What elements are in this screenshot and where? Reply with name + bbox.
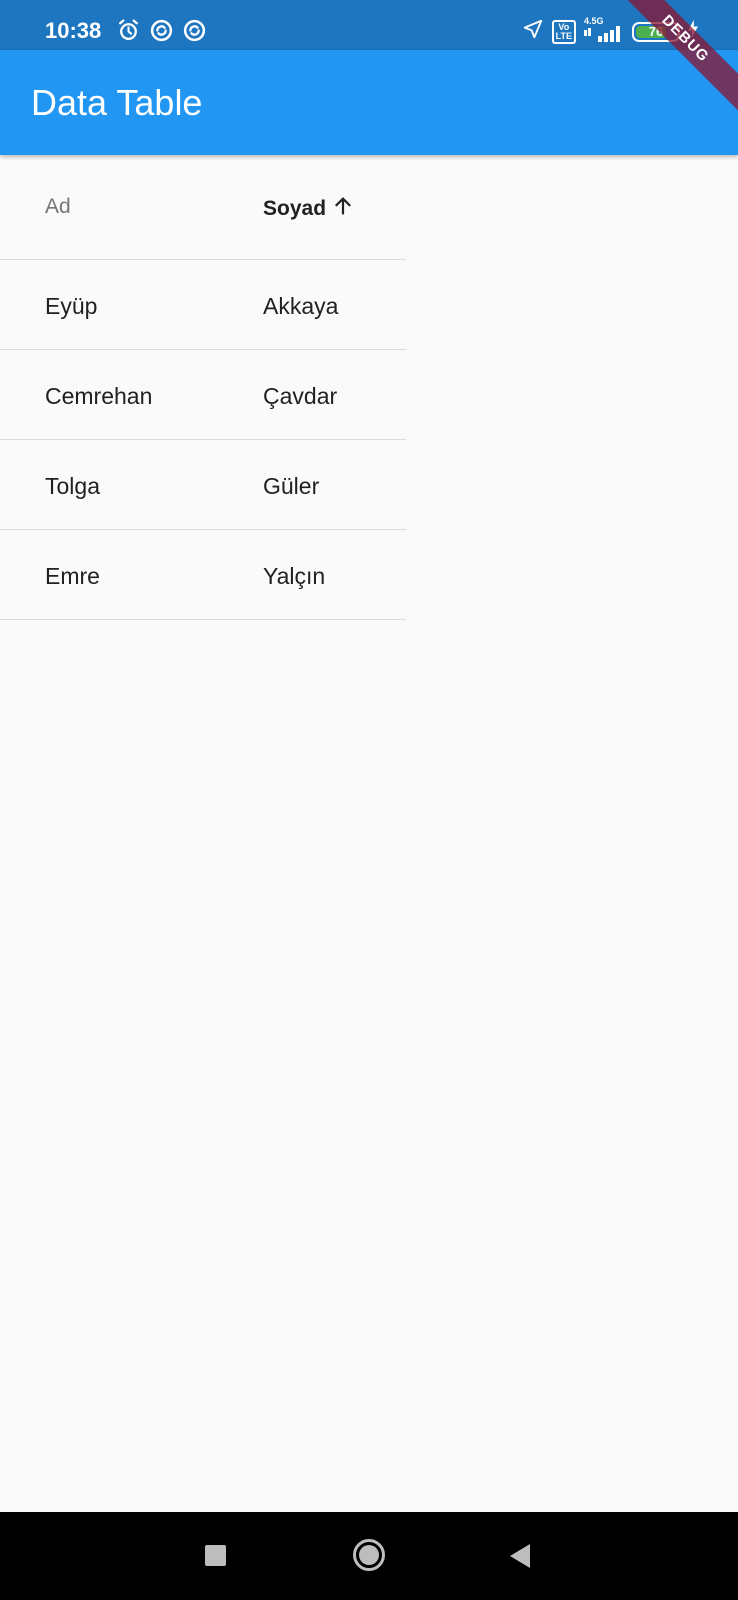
column-header-soyad-label: Soyad <box>263 197 327 220</box>
cell-ad: Emre <box>45 563 100 589</box>
table-row[interactable]: Emre Yalçın <box>0 530 406 620</box>
status-icons-left <box>116 18 207 48</box>
home-circle-icon[interactable] <box>352 1538 386 1572</box>
cell-ad: Cemrehan <box>45 383 153 409</box>
recents-square-icon[interactable] <box>205 1545 226 1566</box>
status-bar: 10:38 Vo LTE 4.5G 76 <box>0 0 738 50</box>
volte-bottom-label: LTE <box>555 30 572 41</box>
signal-icon <box>584 26 624 47</box>
cell-soyad: Yalçın <box>263 563 326 589</box>
table-row[interactable]: Cemrehan Çavdar <box>0 350 406 440</box>
battery-icon: 76 <box>632 21 680 42</box>
status-time: 10:38 <box>45 18 102 43</box>
table-row[interactable]: Tolga Güler <box>0 440 406 530</box>
page-title: Data Table <box>31 82 203 123</box>
network-indicator: 4.5G <box>584 16 624 47</box>
cell-soyad: Güler <box>263 473 320 499</box>
sync-icon <box>182 18 207 48</box>
cell-soyad: Çavdar <box>263 383 338 409</box>
data-table: Ad Soyad Eyüp Akkaya Cemrehan Çavdar Tol… <box>0 155 406 620</box>
back-triangle-icon[interactable] <box>508 1542 532 1570</box>
column-header-soyad[interactable]: Soyad <box>263 195 354 223</box>
navigation-bar <box>0 1512 738 1600</box>
network-label: 4.5G <box>584 16 604 26</box>
volte-icon: Vo LTE <box>551 19 576 44</box>
app-bar: Data Table <box>0 50 738 155</box>
charging-icon <box>688 19 698 44</box>
location-arrow-icon <box>522 18 544 45</box>
battery-level: 76 <box>648 24 664 39</box>
column-header-ad[interactable]: Ad <box>45 195 71 219</box>
sync-icon <box>149 18 174 48</box>
cell-ad: Eyüp <box>45 293 98 319</box>
cell-soyad: Akkaya <box>263 293 339 319</box>
screen: 10:38 Vo LTE 4.5G 76 Data Table DEBUG Ad… <box>0 0 738 1600</box>
table-row[interactable]: Eyüp Akkaya <box>0 260 406 350</box>
table-header: Ad Soyad <box>0 155 406 260</box>
arrow-up-icon <box>332 195 354 223</box>
alarm-icon <box>116 18 141 48</box>
status-icons-right: Vo LTE 4.5G 76 <box>522 16 698 47</box>
cell-ad: Tolga <box>45 473 100 499</box>
